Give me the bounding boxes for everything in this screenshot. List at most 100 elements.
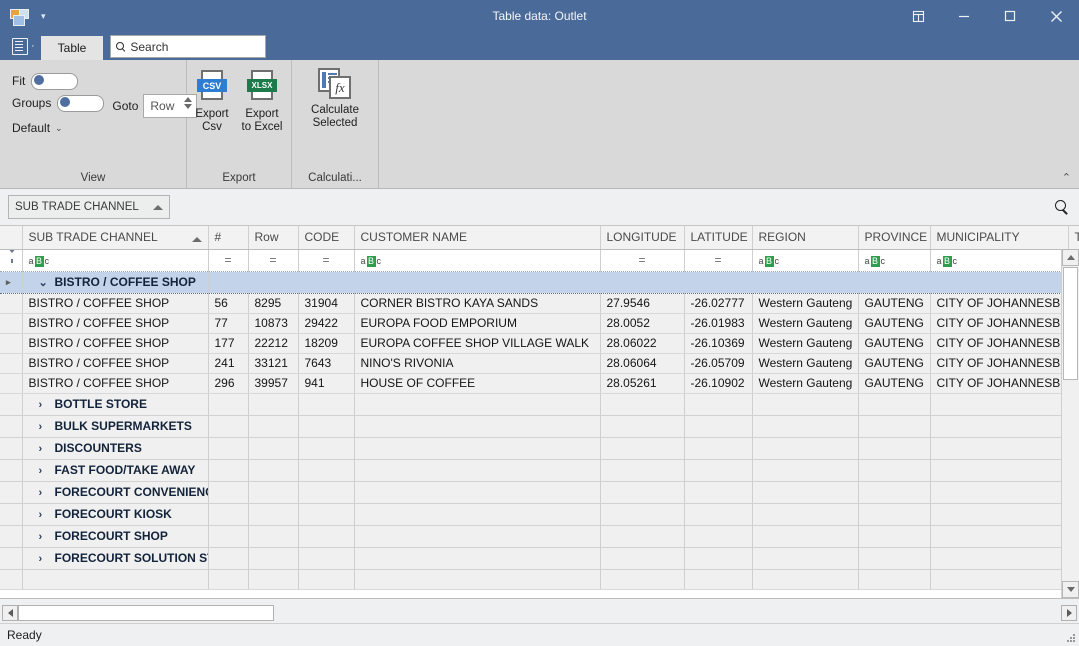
column-header-code[interactable]: CODE: [298, 226, 354, 249]
cell-province: GAUTENG: [858, 313, 930, 333]
group-row-collapsed[interactable]: › BOTTLE STORE: [0, 393, 1079, 415]
group-row-collapsed[interactable]: ›FORECOURT CONVENIENCE SHO: [0, 481, 1079, 503]
minimize-button[interactable]: [941, 0, 987, 32]
calculate-selected-button[interactable]: fx Calculate Selected: [298, 66, 372, 130]
group-row-collapsed[interactable]: ›DISCOUNTERS: [0, 437, 1079, 459]
filter-cell-code[interactable]: =: [298, 249, 354, 271]
cell-municipality: CITY OF JOHANNESBURG: [930, 313, 1068, 333]
column-header-num[interactable]: #: [208, 226, 248, 249]
export-csv-button[interactable]: CSV Export Csv: [189, 68, 235, 134]
table-row[interactable]: BISTRO / COFFEE SHOP 241 33121 7643 NINO…: [0, 353, 1079, 373]
filter-cell-longitude[interactable]: =: [600, 249, 684, 271]
chevron-right-icon[interactable]: ›: [39, 421, 51, 433]
chevron-right-icon[interactable]: ›: [39, 487, 51, 499]
export-to-excel-button[interactable]: XLSX Export to Excel: [239, 68, 285, 134]
filter-toggle-cell[interactable]: [0, 249, 22, 271]
scroll-right-button[interactable]: [1061, 605, 1077, 621]
search-icon[interactable]: [1053, 198, 1071, 216]
filter-cell-customer-name[interactable]: aBc: [354, 249, 600, 271]
quick-access-caret-icon[interactable]: ·: [31, 41, 35, 52]
search-input[interactable]: Search: [110, 35, 266, 58]
filter-cell-region[interactable]: aBc: [752, 249, 858, 271]
column-header-row[interactable]: Row: [248, 226, 298, 249]
group-row-collapsed[interactable]: ›FORECOURT SHOP: [0, 525, 1079, 547]
group-row-label: BOTTLE STORE: [55, 397, 147, 411]
fit-toggle-row[interactable]: Fit: [12, 70, 104, 92]
table-row[interactable]: BISTRO / COFFEE SHOP 296 39957 941 HOUSE…: [0, 373, 1079, 393]
column-header-latitude[interactable]: LATITUDE: [684, 226, 752, 249]
chevron-right-icon[interactable]: ›: [39, 553, 51, 565]
scroll-left-button[interactable]: [2, 605, 18, 621]
group-row-label-cell[interactable]: ›FORECOURT KIOSK: [22, 503, 208, 525]
group-row-collapsed[interactable]: ›FAST FOOD/TAKE AWAY: [0, 459, 1079, 481]
fit-toggle[interactable]: [31, 73, 78, 90]
filter-cell-province[interactable]: aBc: [858, 249, 930, 271]
scroll-down-button[interactable]: [1062, 581, 1079, 598]
filter-cell-municipality[interactable]: aBc: [930, 249, 1068, 271]
group-row-label-cell[interactable]: ›FAST FOOD/TAKE AWAY: [22, 459, 208, 481]
table-row[interactable]: BISTRO / COFFEE SHOP 56 8295 31904 CORNE…: [0, 293, 1079, 313]
group-row-filler: [208, 271, 1079, 293]
sort-ascending-icon[interactable]: [153, 205, 163, 210]
grid-vertical-scrollbar[interactable]: [1061, 249, 1079, 598]
column-header-sub-trade-channel[interactable]: SUB TRADE CHANNEL: [22, 226, 208, 249]
chevron-right-icon[interactable]: ›: [39, 399, 51, 411]
horizontal-scroll-track[interactable]: [18, 605, 276, 621]
chevron-right-icon[interactable]: ›: [39, 531, 51, 543]
group-row-collapsed[interactable]: ›BULK SUPERMARKETS: [0, 415, 1079, 437]
table-header-row: SUB TRADE CHANNEL # Row CODE CUSTOMER NA…: [0, 226, 1079, 249]
group-row-collapsed[interactable]: ›FORECOURT SOLUTION STORE: [0, 547, 1079, 569]
data-table: SUB TRADE CHANNEL # Row CODE CUSTOMER NA…: [0, 226, 1079, 590]
column-header-province[interactable]: PROVINCE: [858, 226, 930, 249]
column-header-customer-name[interactable]: CUSTOMER NAME: [354, 226, 600, 249]
group-row-expanded[interactable]: ▸ ⌄BISTRO / COFFEE SHOP: [0, 271, 1079, 293]
group-row-label-cell[interactable]: ›DISCOUNTERS: [22, 437, 208, 459]
xlsx-file-icon: XLSX: [247, 70, 277, 104]
column-header-municipality[interactable]: MUNICIPALITY: [930, 226, 1068, 249]
close-button[interactable]: [1033, 0, 1079, 32]
column-header-town[interactable]: TOW: [1068, 226, 1079, 249]
quick-access-caret-icon[interactable]: ▾: [41, 12, 46, 21]
cell-customer-name: HOUSE OF COFFEE: [354, 373, 600, 393]
column-header-longitude[interactable]: LONGITUDE: [600, 226, 684, 249]
quick-access-toolbar[interactable]: ·: [0, 32, 41, 60]
tab-table[interactable]: Table: [41, 36, 104, 60]
cell-num: 56: [208, 293, 248, 313]
group-row-label-cell[interactable]: ›BULK SUPERMARKETS: [22, 415, 208, 437]
groups-toggle-row[interactable]: Groups: [12, 92, 104, 114]
group-row-label-cell[interactable]: ›FORECOURT SHOP: [22, 525, 208, 547]
group-row-label-cell[interactable]: › BOTTLE STORE: [22, 393, 208, 415]
default-dropdown[interactable]: Default ⌄: [12, 117, 104, 139]
collapse-ribbon-button[interactable]: ⌃: [1062, 173, 1071, 184]
chevron-right-icon[interactable]: ›: [39, 465, 51, 477]
group-row-label-cell[interactable]: ›FORECOURT SOLUTION STORE: [22, 547, 208, 569]
group-row-label-cell[interactable]: ›FORECOURT CONVENIENCE SHO: [22, 481, 208, 503]
restore-window-button[interactable]: [895, 0, 941, 32]
cell-num: 241: [208, 353, 248, 373]
group-by-chip-sub-trade-channel[interactable]: SUB TRADE CHANNEL: [8, 195, 170, 219]
row-indicator-cell: [0, 293, 22, 313]
group-row-label-cell[interactable]: ⌄BISTRO / COFFEE SHOP: [22, 271, 208, 293]
column-header-region[interactable]: REGION: [752, 226, 858, 249]
scroll-up-button[interactable]: [1062, 249, 1079, 266]
group-row-collapsed[interactable]: ›FORECOURT KIOSK: [0, 503, 1079, 525]
groups-toggle[interactable]: [57, 95, 104, 112]
filter-cell-latitude[interactable]: =: [684, 249, 752, 271]
filter-cell-sub-trade-channel[interactable]: aBc: [22, 249, 208, 271]
cell-sub-trade-channel: BISTRO / COFFEE SHOP: [22, 373, 208, 393]
resize-grip-icon[interactable]: [1066, 633, 1076, 643]
chevron-right-icon[interactable]: ›: [39, 509, 51, 521]
horizontal-scroll-thumb[interactable]: [18, 605, 274, 621]
filter-cell-num[interactable]: =: [208, 249, 248, 271]
vertical-scroll-thumb[interactable]: [1063, 267, 1078, 380]
menu-icon[interactable]: [12, 38, 28, 55]
filter-cell-row[interactable]: =: [248, 249, 298, 271]
chevron-right-icon[interactable]: ›: [39, 443, 51, 455]
search-icon: [115, 41, 127, 53]
table-row[interactable]: BISTRO / COFFEE SHOP 77 10873 29422 EURO…: [0, 313, 1079, 333]
maximize-button[interactable]: [987, 0, 1033, 32]
chevron-down-icon[interactable]: ⌄: [39, 276, 51, 289]
cell-code: 18209: [298, 333, 354, 353]
table-row[interactable]: BISTRO / COFFEE SHOP 177 22212 18209 EUR…: [0, 333, 1079, 353]
horizontal-scrollbar[interactable]: [0, 603, 1079, 623]
